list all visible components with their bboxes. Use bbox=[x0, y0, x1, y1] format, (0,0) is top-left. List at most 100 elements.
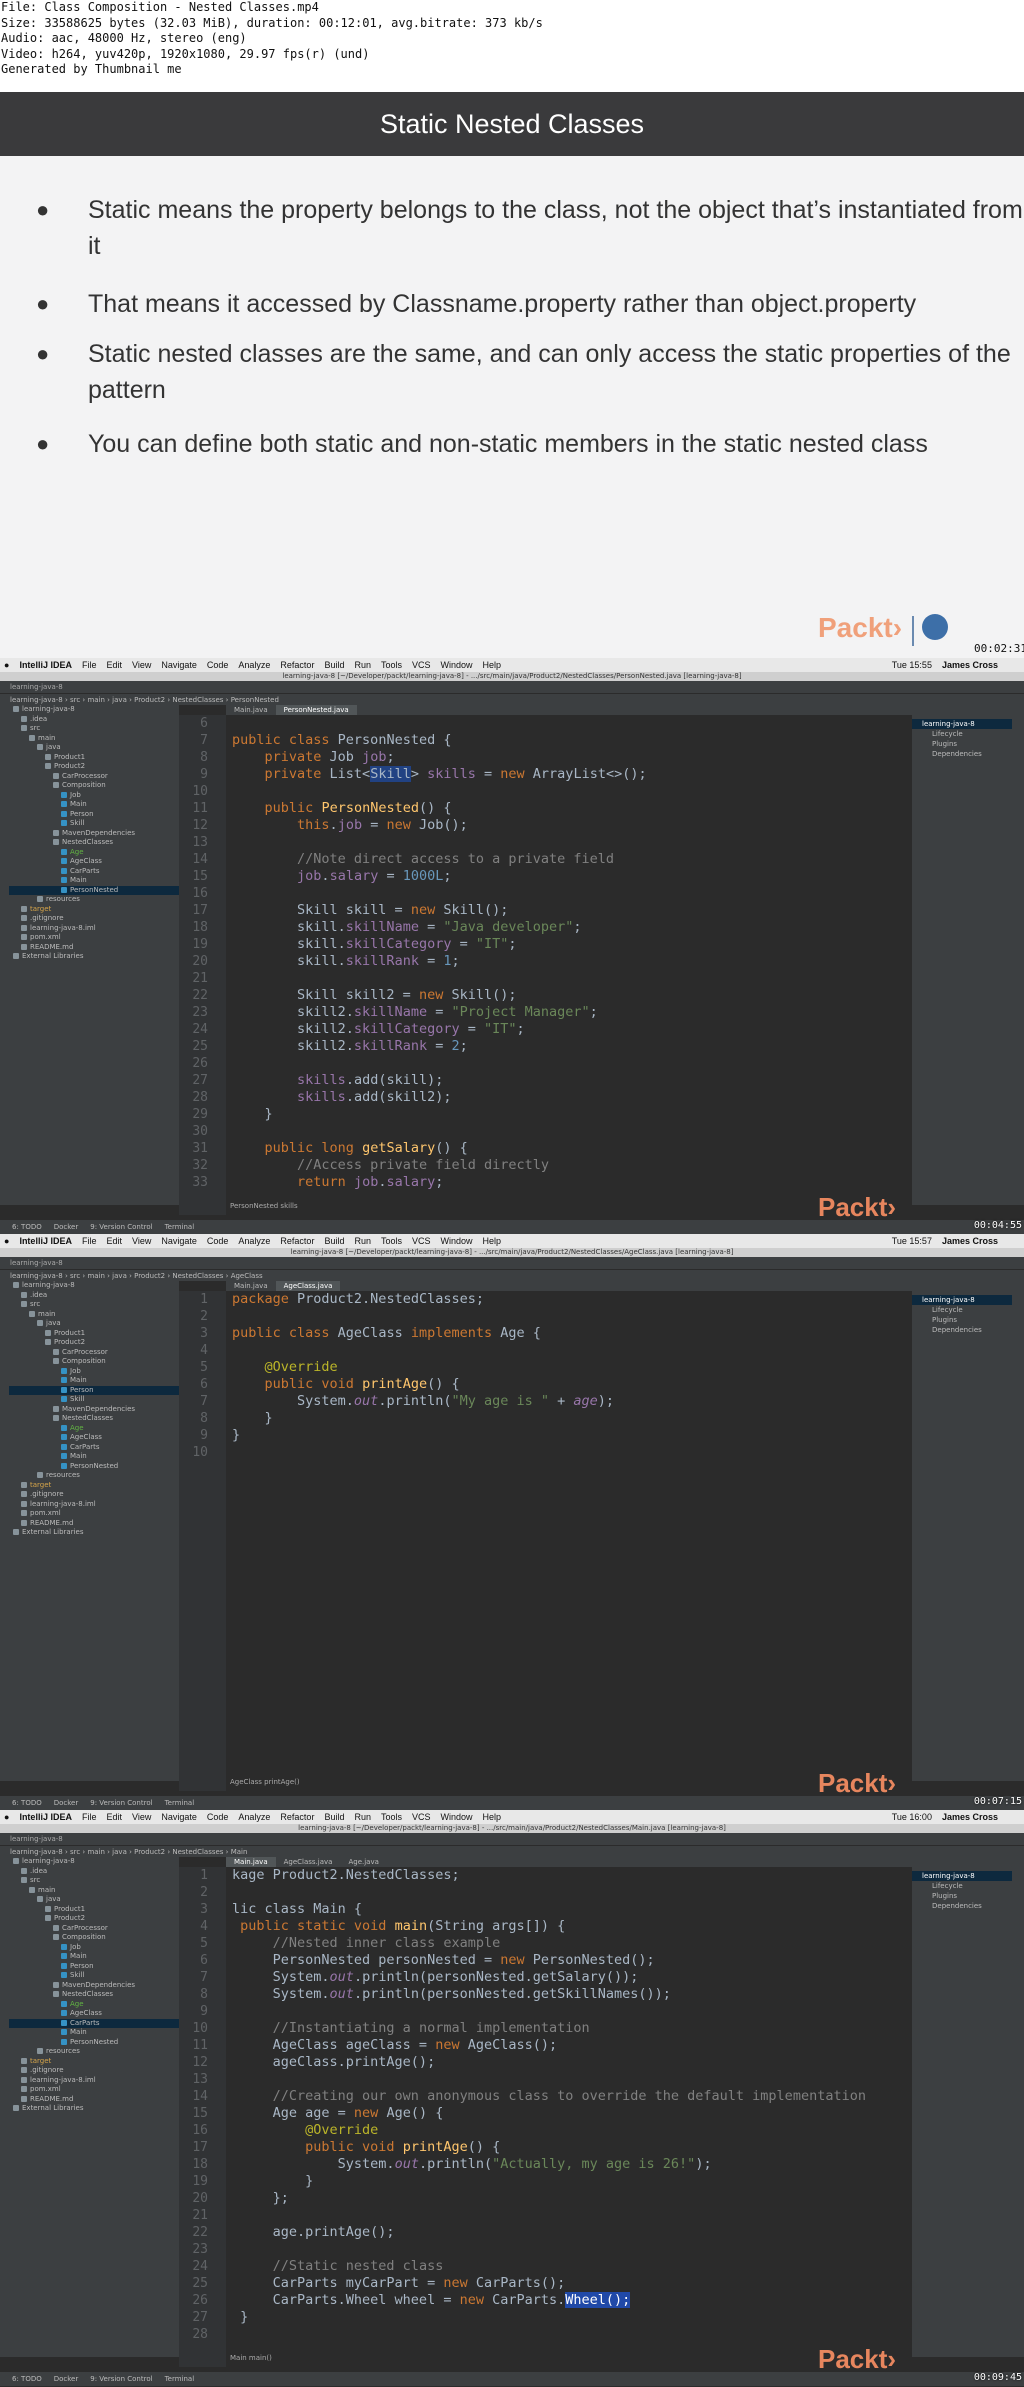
menu-item[interactable]: Run bbox=[354, 1812, 371, 1822]
tree-item[interactable]: Product2 bbox=[9, 1914, 179, 1924]
tree-item[interactable]: Person bbox=[9, 810, 179, 820]
editor-tab[interactable]: Main.java bbox=[226, 1281, 276, 1291]
tree-item[interactable]: Main bbox=[9, 800, 179, 810]
tree-item[interactable]: .gitignore bbox=[9, 1490, 179, 1500]
tree-item[interactable]: Main bbox=[9, 1952, 179, 1962]
tree-item[interactable]: Main bbox=[9, 1452, 179, 1462]
tree-item[interactable]: MavenDependencies bbox=[9, 1405, 179, 1415]
tree-item[interactable]: PersonNested bbox=[9, 1462, 179, 1472]
tree-item[interactable]: Composition bbox=[9, 1933, 179, 1943]
menu-item[interactable]: Edit bbox=[106, 660, 122, 670]
maven-item[interactable]: Lifecycle bbox=[912, 729, 1012, 739]
tree-item[interactable]: CarParts bbox=[9, 1443, 179, 1453]
tree-item[interactable]: Skill bbox=[9, 1971, 179, 1981]
tree-item[interactable]: Product1 bbox=[9, 1329, 179, 1339]
tree-item[interactable]: External Libraries bbox=[9, 2104, 179, 2114]
tree-item[interactable]: README.md bbox=[9, 943, 179, 953]
tree-item[interactable]: Composition bbox=[9, 781, 179, 791]
menu-item[interactable]: IntelliJ IDEA bbox=[19, 660, 72, 670]
tree-item[interactable]: NestedClasses bbox=[9, 838, 179, 848]
tree-item[interactable]: src bbox=[9, 1300, 179, 1310]
menu-item[interactable]: View bbox=[132, 1812, 151, 1822]
status-tool-button[interactable]: 6: TODO bbox=[12, 1223, 42, 1231]
toolbar-project[interactable]: learning-java-8 bbox=[10, 1835, 63, 1843]
menu-item[interactable]: View bbox=[132, 660, 151, 670]
tree-item[interactable]: Skill bbox=[9, 819, 179, 829]
tree-item[interactable]: learning-java-8 bbox=[9, 705, 179, 715]
tree-item[interactable]: .idea bbox=[9, 1867, 179, 1877]
tree-item[interactable]: main bbox=[9, 734, 179, 744]
toolbar-project[interactable]: learning-java-8 bbox=[10, 683, 63, 691]
tree-item[interactable]: PersonNested bbox=[9, 2038, 179, 2048]
menu-item[interactable]: Analyze bbox=[238, 660, 270, 670]
tree-item[interactable]: learning-java-8.iml bbox=[9, 924, 179, 934]
tree-item[interactable]: resources bbox=[9, 2047, 179, 2057]
menu-item[interactable]: Edit bbox=[106, 1812, 122, 1822]
menu-item[interactable]: VCS bbox=[412, 1812, 431, 1822]
right-tool-strip[interactable] bbox=[1012, 705, 1024, 1205]
menu-item[interactable]: Build bbox=[324, 660, 344, 670]
maven-item[interactable]: learning-java-8 bbox=[912, 1871, 1012, 1881]
menu-item[interactable]: Help bbox=[483, 1236, 502, 1246]
menu-item[interactable]: Refactor bbox=[280, 1236, 314, 1246]
tree-item[interactable]: Person bbox=[9, 1962, 179, 1972]
menu-item[interactable]: Run bbox=[354, 660, 371, 670]
tree-item[interactable]: MavenDependencies bbox=[9, 1981, 179, 1991]
tree-item[interactable]: Product1 bbox=[9, 1905, 179, 1915]
tree-item[interactable]: Product2 bbox=[9, 762, 179, 772]
menu-item[interactable]: Code bbox=[207, 1812, 229, 1822]
code-editor[interactable]: kage Product2.NestedClasses; lic class M… bbox=[226, 1867, 912, 2367]
tree-item[interactable]: pom.xml bbox=[9, 933, 179, 943]
tree-item[interactable]: External Libraries bbox=[9, 952, 179, 962]
menu-item[interactable]: Help bbox=[483, 1812, 502, 1822]
menu-item[interactable]: File bbox=[82, 1236, 97, 1246]
toolbar-project[interactable]: learning-java-8 bbox=[10, 1259, 63, 1267]
tree-item[interactable]: NestedClasses bbox=[9, 1414, 179, 1424]
status-tool-button[interactable]: Docker bbox=[54, 1223, 79, 1231]
left-tool-strip[interactable] bbox=[0, 705, 9, 1205]
menu-item[interactable]: Window bbox=[441, 1812, 473, 1822]
menu-item[interactable]: Edit bbox=[106, 1236, 122, 1246]
tree-item[interactable]: target bbox=[9, 1481, 179, 1491]
menu-item[interactable]: Refactor bbox=[280, 1812, 314, 1822]
apple-icon[interactable]: ● bbox=[4, 1236, 9, 1246]
menu-item[interactable]: Build bbox=[324, 1812, 344, 1822]
right-tool-strip[interactable] bbox=[1012, 1857, 1024, 2357]
editor-tab[interactable]: Main.java bbox=[226, 1857, 276, 1867]
editor-tab[interactable]: AgeClass.java bbox=[275, 1281, 341, 1291]
editor-tab[interactable]: AgeClass.java bbox=[276, 1857, 341, 1867]
menu-item[interactable]: Window bbox=[441, 660, 473, 670]
tree-item[interactable]: main bbox=[9, 1310, 179, 1320]
maven-item[interactable]: Plugins bbox=[912, 1315, 1012, 1325]
maven-item[interactable]: Lifecycle bbox=[912, 1305, 1012, 1315]
menu-item[interactable]: VCS bbox=[412, 660, 431, 670]
tree-item[interactable]: Main bbox=[9, 2028, 179, 2038]
menu-item[interactable]: Navigate bbox=[161, 1812, 197, 1822]
tree-item[interactable]: AgeClass bbox=[9, 2009, 179, 2019]
tree-item[interactable]: .idea bbox=[9, 715, 179, 725]
tree-item[interactable]: .gitignore bbox=[9, 2066, 179, 2076]
tree-item[interactable]: Skill bbox=[9, 1395, 179, 1405]
tree-item[interactable]: Person bbox=[9, 1385, 179, 1395]
menu-item[interactable]: Navigate bbox=[161, 1236, 197, 1246]
menu-item[interactable]: Run bbox=[354, 1236, 371, 1246]
status-tool-button[interactable]: Docker bbox=[54, 2375, 79, 2383]
tree-item[interactable]: Job bbox=[9, 1367, 179, 1377]
editor-tab[interactable]: Age.java bbox=[340, 1857, 386, 1867]
menu-item[interactable]: Tools bbox=[381, 1812, 402, 1822]
tree-item[interactable]: target bbox=[9, 905, 179, 915]
tree-item[interactable]: .idea bbox=[9, 1291, 179, 1301]
maven-item[interactable]: learning-java-8 bbox=[912, 1295, 1012, 1305]
menu-item[interactable]: Analyze bbox=[238, 1236, 270, 1246]
tree-item[interactable]: Age bbox=[9, 2000, 179, 2010]
tree-item[interactable]: .gitignore bbox=[9, 914, 179, 924]
tree-item[interactable]: Age bbox=[9, 1424, 179, 1434]
maven-item[interactable]: Lifecycle bbox=[912, 1881, 1012, 1891]
menu-item[interactable]: IntelliJ IDEA bbox=[19, 1236, 72, 1246]
tree-item[interactable]: README.md bbox=[9, 1519, 179, 1529]
tree-item[interactable]: pom.xml bbox=[9, 1509, 179, 1519]
status-tool-button[interactable]: 6: TODO bbox=[12, 2375, 42, 2383]
menu-item[interactable]: File bbox=[82, 660, 97, 670]
status-tool-button[interactable]: Terminal bbox=[165, 2375, 195, 2383]
navigation-breadcrumb[interactable]: learning-java-8 › src › main › java › Pr… bbox=[0, 693, 1024, 705]
